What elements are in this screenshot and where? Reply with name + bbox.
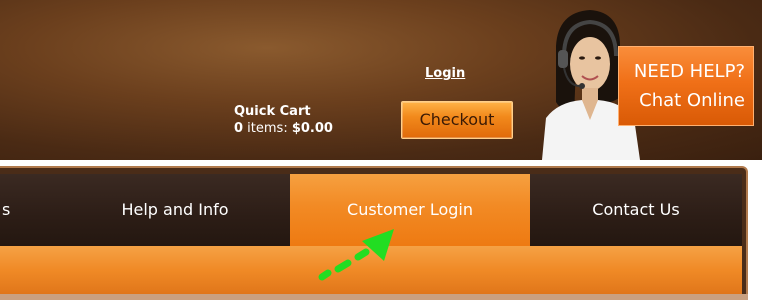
tab-previous-partial[interactable]: s	[0, 174, 26, 246]
chat-online-label: Chat Online	[639, 90, 745, 111]
need-help-chat-button[interactable]: NEED HELP? Chat Online	[618, 46, 754, 126]
need-help-label: NEED HELP?	[633, 61, 745, 82]
login-link[interactable]: Login	[425, 66, 465, 81]
quick-cart-title: Quick Cart	[234, 104, 311, 119]
checkout-button[interactable]: Checkout	[401, 101, 513, 139]
green-arrow-annotation	[318, 229, 394, 281]
tab-contact-us[interactable]: Contact Us	[530, 174, 742, 246]
quick-cart-items-label: items:	[243, 121, 292, 136]
site-header: Login Quick Cart 0 items: $0.00 Checkout	[0, 0, 762, 160]
quick-cart-summary: 0 items: $0.00	[234, 120, 333, 137]
quick-cart[interactable]: Quick Cart 0 items: $0.00	[234, 103, 333, 137]
tab-help-and-info[interactable]: Help and Info	[60, 174, 290, 246]
quick-cart-item-count: 0	[234, 121, 244, 136]
nav-bottom-border	[0, 294, 748, 300]
quick-cart-total: $0.00	[291, 121, 333, 136]
